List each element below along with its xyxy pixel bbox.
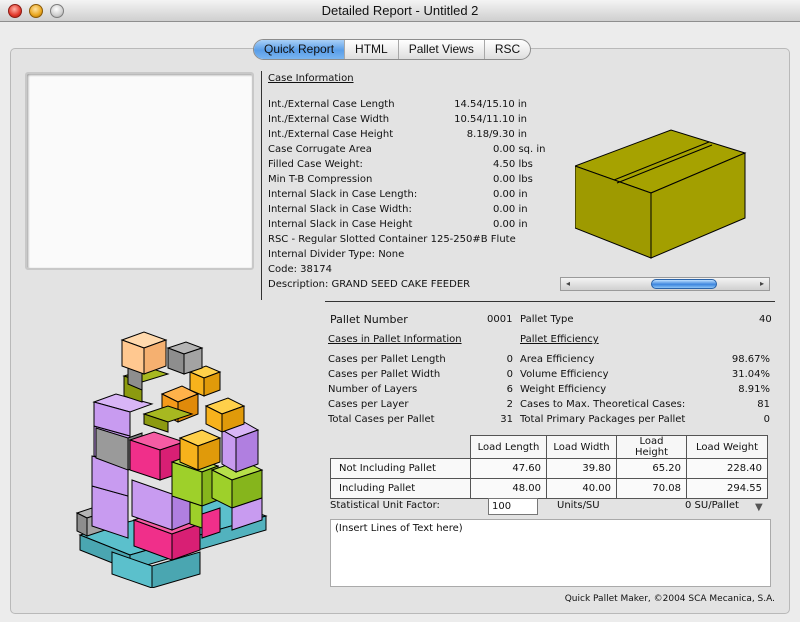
tab-pallet-views[interactable]: Pallet Views xyxy=(397,40,484,59)
case-row-label: Min T-B Compression xyxy=(268,174,373,185)
case-row-value: 4.50 lbs xyxy=(493,159,533,170)
table-header-row: Load Length Load Width Load Height Load … xyxy=(330,435,768,459)
case-container-type: RSC - Regular Slotted Container 125-250#… xyxy=(268,234,516,245)
window-title: Detailed Report - Untitled 2 xyxy=(321,3,479,18)
case-purple xyxy=(221,429,237,473)
cell-value: 228.40 xyxy=(686,458,768,479)
pallet-type-value: 40 xyxy=(759,314,772,325)
col-load-height: Load Height xyxy=(616,435,687,459)
horizontal-divider xyxy=(325,301,775,302)
copyright-footer: Quick Pallet Maker, ©2004 SCA Mecanica, … xyxy=(564,594,775,604)
suf-input[interactable]: 100 xyxy=(488,498,538,515)
case-row-label: Case Corrugate Area xyxy=(268,144,372,155)
suf-units-label: Units/SU xyxy=(557,500,600,511)
case-row-value: 0.00 in xyxy=(493,219,528,230)
pallet-info-value: 31 xyxy=(500,414,513,425)
image-preview-well[interactable] xyxy=(25,72,254,270)
row-label: Including Pallet xyxy=(330,478,471,499)
case-row-label: Int./External Case Length xyxy=(268,99,395,110)
case-row-value: 0.00 lbs xyxy=(493,174,533,185)
case-box-graphic xyxy=(575,129,747,259)
minimize-button[interactable] xyxy=(29,4,43,18)
cell-value: 70.08 xyxy=(616,478,687,499)
pallet-info-label: Cases per Pallet Width xyxy=(328,369,441,380)
case-purple xyxy=(235,429,259,473)
tab-quick-report[interactable]: Quick Report xyxy=(254,40,345,59)
pallet-number-label: Pallet Number xyxy=(330,313,408,326)
efficiency-value: 0 xyxy=(763,414,770,425)
efficiency-label: Volume Efficiency xyxy=(520,369,609,380)
pallet-info-value: 2 xyxy=(506,399,513,410)
case-divider-type: Internal Divider Type: None xyxy=(268,249,405,260)
cell-value: 39.80 xyxy=(546,458,617,479)
suf-label: Statistical Unit Factor: xyxy=(330,500,440,511)
case-info-heading: Case Information xyxy=(268,73,354,84)
efficiency-value: 31.04% xyxy=(731,369,770,380)
pallet-info-label: Number of Layers xyxy=(328,384,418,395)
pallet-efficiency-heading: Pallet Efficiency xyxy=(520,334,599,345)
col-load-weight: Load Weight xyxy=(686,435,768,459)
case-code: Code: 38174 xyxy=(268,264,332,275)
case-row-label: Int./External Case Height xyxy=(268,129,394,140)
case-row-value: 14.54/15.10 in xyxy=(454,99,527,110)
notes-textarea[interactable]: (Insert Lines of Text here) xyxy=(330,519,771,587)
efficiency-label: Total Primary Packages per Pallet xyxy=(520,414,686,425)
case-row-value: 0.00 in xyxy=(493,189,528,200)
case-view-scrollbar[interactable]: ◂ ▸ xyxy=(560,277,770,291)
col-load-length: Load Length xyxy=(470,435,547,459)
vertical-divider xyxy=(261,71,262,300)
zoom-button[interactable] xyxy=(50,4,64,18)
case-row-label: Filled Case Weight: xyxy=(268,159,363,170)
case-row-label: Internal Slack in Case Length: xyxy=(268,189,418,200)
scroll-left-icon[interactable]: ◂ xyxy=(561,278,575,290)
pallet-info-label: Cases per Pallet Length xyxy=(328,354,446,365)
case-row-value: 0.00 sq. in xyxy=(493,144,546,155)
tab-bar: Quick Report HTML Pallet Views RSC xyxy=(253,39,532,60)
case-row-value: 0.00 in xyxy=(493,204,528,215)
load-dimensions-table: Load Length Load Width Load Height Load … xyxy=(330,435,768,499)
efficiency-value: 81 xyxy=(757,399,770,410)
scroll-right-icon[interactable]: ▸ xyxy=(755,278,769,290)
table-row: Not Including Pallet 47.60 39.80 65.20 2… xyxy=(330,458,768,479)
case-row-label: Internal Slack in Case Width: xyxy=(268,204,412,215)
su-per-pallet-value: 0 SU/Pallet xyxy=(685,500,739,511)
case-row-label: Int./External Case Width xyxy=(268,114,390,125)
cell-value: 40.00 xyxy=(546,478,617,499)
pallet-stack-graphic xyxy=(75,331,268,588)
pallet-info-value: 0 xyxy=(506,369,513,380)
col-load-width: Load Width xyxy=(546,435,617,459)
pallet-info-value: 0 xyxy=(506,354,513,365)
tab-html[interactable]: HTML xyxy=(344,40,398,59)
pallet-info-label: Total Cases per Pallet xyxy=(328,414,435,425)
efficiency-label: Weight Efficiency xyxy=(520,384,607,395)
pallet-type-label: Pallet Type xyxy=(520,314,574,325)
efficiency-value: 98.67% xyxy=(731,354,770,365)
title-bar: Detailed Report - Untitled 2 xyxy=(0,0,800,22)
cell-value: 294.55 xyxy=(686,478,768,499)
case-green xyxy=(189,501,203,529)
cell-value: 65.20 xyxy=(616,458,687,479)
case-row-value: 8.18/9.30 in xyxy=(466,129,527,140)
table-row: Including Pallet 48.00 40.00 70.08 294.5… xyxy=(330,478,768,499)
scroll-thumb[interactable] xyxy=(651,279,717,289)
cell-value: 47.60 xyxy=(470,458,547,479)
pallet-number-value: 0001 xyxy=(487,314,513,325)
row-label: Not Including Pallet xyxy=(330,458,471,479)
efficiency-value: 8.91% xyxy=(738,384,770,395)
efficiency-label: Area Efficiency xyxy=(520,354,595,365)
close-button[interactable] xyxy=(8,4,22,18)
pallet-info-value: 6 xyxy=(506,384,513,395)
efficiency-label: Cases to Max. Theoretical Cases: xyxy=(520,399,686,410)
popup-triangle-icon[interactable]: ▼ xyxy=(755,502,763,513)
cell-value: 48.00 xyxy=(470,478,547,499)
pallet-info-label: Cases per Layer xyxy=(328,399,409,410)
case-row-value: 10.54/11.10 in xyxy=(454,114,527,125)
case-description: Description: GRAND SEED CAKE FEEDER xyxy=(268,279,471,290)
case-row-label: Internal Slack in Case Height xyxy=(268,219,413,230)
tab-rsc[interactable]: RSC xyxy=(483,40,530,59)
pallet-info-heading: Cases in Pallet Information xyxy=(328,334,462,345)
